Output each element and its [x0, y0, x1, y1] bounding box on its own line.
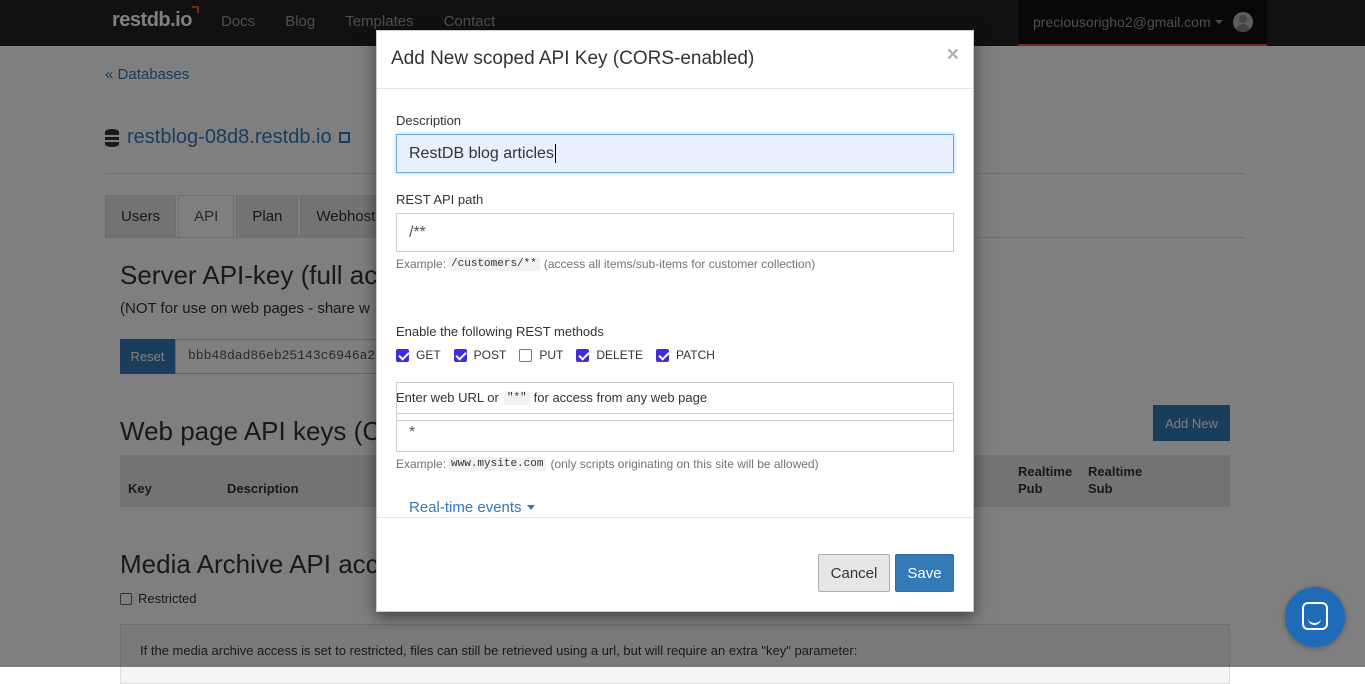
url-example-note: (only scripts originating on this site w…	[550, 457, 819, 471]
web-url-value: *	[409, 423, 416, 441]
url-example-code: www.mysite.com	[448, 457, 547, 471]
method-patch-label: PATCH	[676, 348, 715, 362]
rest-api-path-input[interactable]: /**	[396, 213, 954, 252]
method-post-label: POST	[473, 348, 507, 362]
rest-methods-group: GET POST PUT DELETE PATCH	[396, 348, 728, 362]
modal-footer: Cancel Save	[377, 517, 973, 611]
realtime-events-toggle[interactable]: Real-time events	[409, 499, 535, 516]
cancel-button[interactable]: Cancel	[818, 554, 890, 592]
rest-methods-label: Enable the following REST methods	[396, 324, 604, 339]
save-button[interactable]: Save	[895, 554, 954, 592]
path-example-note: (access all items/sub-items for customer…	[543, 257, 816, 271]
realtime-events-label: Real-time events	[409, 499, 522, 516]
web-url-help: Example: www.mysite.com (only scripts or…	[396, 457, 819, 471]
modal-title: Add New scoped API Key (CORS-enabled)	[391, 48, 755, 69]
close-icon[interactable]: ×	[947, 43, 959, 67]
method-post[interactable]: POST	[453, 348, 507, 362]
rest-api-path-value: /**	[409, 223, 426, 241]
method-post-checkbox[interactable]	[453, 348, 467, 362]
method-get-checkbox[interactable]	[396, 348, 409, 362]
description-input-value: RestDB blog articles	[409, 144, 554, 162]
method-put-label: PUT	[539, 348, 564, 362]
method-put[interactable]: PUT	[519, 348, 563, 362]
path-example-prefix: Example:	[396, 257, 447, 271]
path-example-code: /customers/**	[448, 257, 540, 271]
chat-bubble-icon	[1302, 602, 1328, 630]
method-delete-checkbox[interactable]	[576, 348, 590, 362]
caret-down-icon	[526, 505, 535, 510]
method-delete[interactable]: DELETE	[576, 348, 643, 362]
url-example-prefix: Example:	[396, 457, 447, 471]
modal-header: Add New scoped API Key (CORS-enabled) ×	[377, 31, 973, 89]
description-label: Description	[396, 113, 462, 128]
method-get[interactable]: GET	[396, 348, 441, 362]
method-patch-checkbox[interactable]	[656, 348, 670, 362]
method-get-label: GET	[416, 348, 441, 362]
web-url-input[interactable]: *	[396, 413, 954, 452]
method-patch[interactable]: PATCH	[656, 348, 715, 362]
add-api-key-modal: Add New scoped API Key (CORS-enabled) × …	[376, 30, 974, 612]
method-delete-label: DELETE	[596, 348, 644, 362]
chat-launcher-button[interactable]	[1285, 587, 1345, 647]
rest-api-path-label: REST API path	[396, 192, 484, 207]
description-input[interactable]: RestDB blog articles	[396, 134, 954, 173]
rest-api-path-help: Example: /customers/** (access all items…	[396, 257, 815, 271]
method-put-checkbox[interactable]	[519, 348, 533, 362]
text-cursor	[554, 144, 556, 163]
